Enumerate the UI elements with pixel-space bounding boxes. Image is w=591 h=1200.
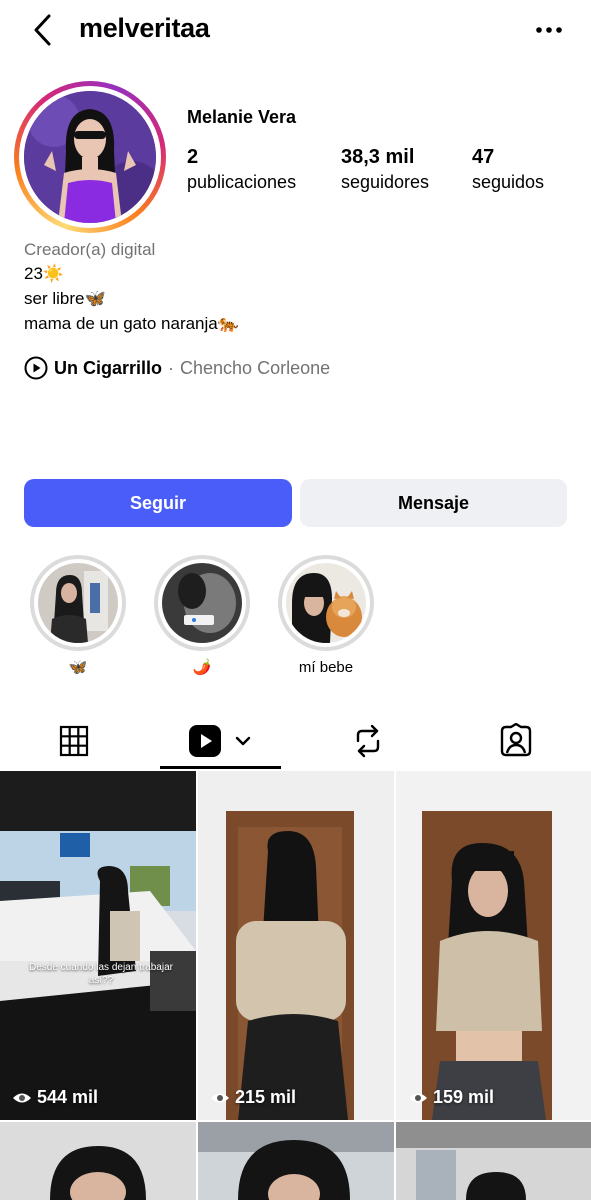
bio-line: ser libre🦋: [24, 289, 106, 308]
stat-following[interactable]: 47 seguidos: [472, 146, 544, 193]
reel-view-count: 159 mil: [408, 1087, 494, 1108]
stat-value: 38,3 mil: [341, 146, 415, 168]
reels-icon: [188, 725, 221, 757]
stat-value: 2: [187, 146, 199, 168]
reel-view-count: 215 mil: [210, 1087, 296, 1108]
chevron-down-icon: [235, 736, 250, 746]
highlight-label: 🌶️: [192, 659, 212, 676]
highlight-cover: [162, 563, 242, 643]
avatar: [24, 91, 156, 223]
story-highlight[interactable]: mí bebe: [278, 555, 374, 677]
reel-view-count: 544 mil: [12, 1087, 98, 1108]
view-count-text: 159 mil: [433, 1087, 495, 1107]
profile-tabs: [0, 712, 591, 770]
highlight-label: 🦋: [68, 659, 88, 676]
highlight-cover: [38, 563, 118, 643]
reel-caption: Desde cuando las dejan trabajar así??: [29, 962, 173, 986]
reel-thumbnail[interactable]: [0, 1122, 196, 1200]
story-highlight[interactable]: 🦋: [30, 555, 126, 677]
reel-thumbnail[interactable]: [198, 1122, 394, 1200]
reel-thumbnail[interactable]: [396, 1122, 591, 1200]
reels-grid: Desde cuando las dejan trabajar así?? 54…: [0, 771, 591, 1200]
highlight-cover: [286, 563, 366, 643]
stat-label: publicaciones: [187, 172, 297, 192]
eye-icon: [211, 1093, 229, 1102]
music-separator: ·: [168, 357, 175, 378]
stat-followers[interactable]: 38,3 mil seguidores: [341, 146, 429, 193]
reposts-icon: [356, 724, 380, 758]
active-tab-indicator: [160, 766, 281, 769]
tab-reposts[interactable]: [308, 712, 428, 770]
story-highlight[interactable]: 🌶️: [154, 555, 250, 677]
stat-label: seguidores: [341, 172, 430, 192]
stat-posts[interactable]: 2 publicaciones: [187, 146, 296, 193]
tagged-icon: [500, 723, 532, 757]
stat-label: seguidos: [472, 172, 545, 192]
profile-category: Creador(a) digital: [24, 240, 156, 259]
eye-icon: [409, 1093, 427, 1102]
reel-thumbnail[interactable]: 159 mil: [396, 771, 591, 1120]
music-song-title: Un Cigarrillo: [54, 357, 163, 378]
view-count-text: 544 mil: [37, 1087, 99, 1107]
highlight-label: mí bebe: [298, 659, 354, 676]
eye-icon: [13, 1093, 31, 1102]
more-options-icon[interactable]: [532, 18, 566, 42]
back-arrow-icon[interactable]: [28, 12, 58, 48]
profile-music[interactable]: Un Cigarrillo · Chencho Corleone: [24, 355, 330, 381]
tab-grid[interactable]: [14, 712, 134, 770]
follow-button[interactable]: Seguir: [24, 479, 292, 527]
top-bar: melveritaa: [0, 0, 591, 62]
music-artist: Chencho Corleone: [180, 357, 331, 378]
tab-tagged[interactable]: [456, 712, 576, 770]
play-circle-icon: [24, 356, 48, 380]
tab-reels[interactable]: [160, 712, 281, 770]
reel-thumbnail[interactable]: Desde cuando las dejan trabajar así?? 54…: [0, 771, 196, 1120]
profile-full-name: Melanie Vera: [187, 107, 297, 127]
view-count-text: 215 mil: [235, 1087, 297, 1107]
bio-line: mama de un gato naranja🐅: [24, 314, 239, 333]
reel-thumbnail[interactable]: 215 mil: [198, 771, 394, 1120]
profile-username: melveritaa: [79, 13, 210, 43]
message-button[interactable]: Mensaje: [300, 479, 567, 527]
profile-avatar-story-ring[interactable]: [14, 81, 166, 233]
stat-value: 47: [472, 146, 495, 168]
grid-icon: [59, 725, 89, 757]
bio-line: 23☀️: [24, 264, 65, 283]
